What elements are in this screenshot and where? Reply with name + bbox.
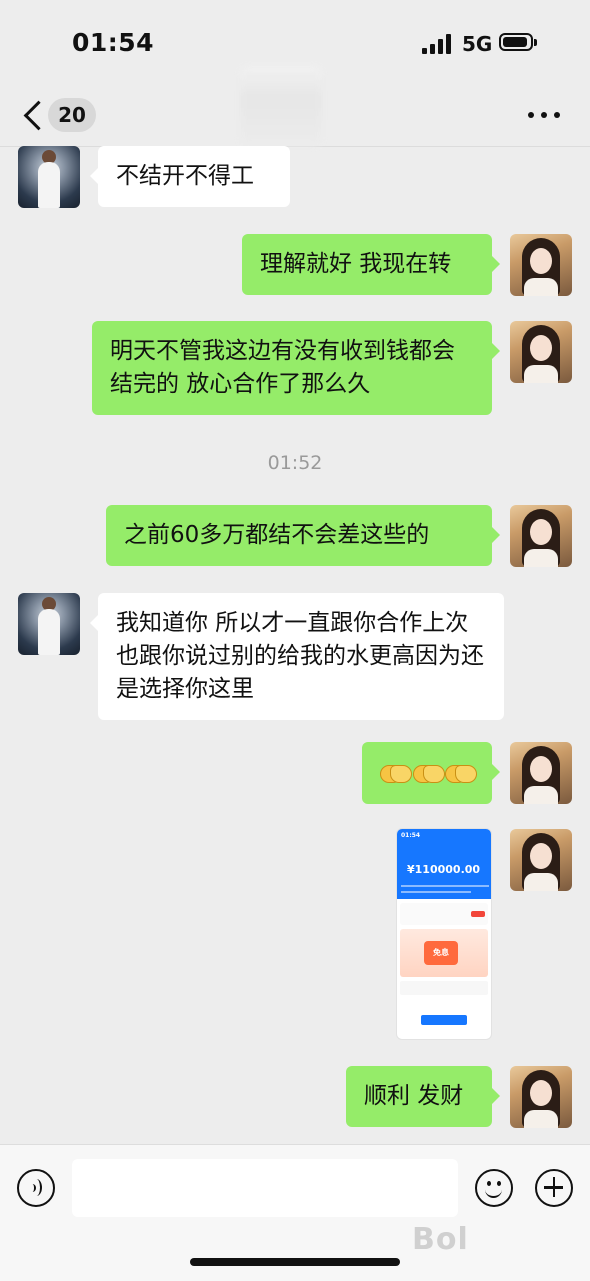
handshake-emoji-icon (380, 762, 412, 784)
message-text: 我知道你 所以才一直跟你合作上次也跟你说过别的给我的水更高因为还是选择你这里 (116, 610, 484, 702)
chat-header: 20 (0, 66, 590, 147)
message-text: 不结开不得工 (116, 163, 254, 189)
my-avatar[interactable] (510, 1066, 572, 1128)
message-bubble-outgoing[interactable]: 明天不管我这边有没有收到钱都会结完的 放心合作了那么久 (92, 321, 500, 415)
contact-avatar[interactable] (18, 146, 80, 208)
my-avatar[interactable] (510, 829, 572, 891)
message-text: 顺利 发财 (364, 1083, 464, 1109)
message-bubble-outgoing[interactable]: 理解就好 我现在转 (242, 234, 500, 295)
message-bubble-outgoing[interactable]: 之前60多万都结不会差这些的 (106, 505, 500, 566)
message-text: 之前60多万都结不会差这些的 (124, 522, 430, 548)
payment-screenshot-image[interactable]: 01:54 ¥110000.00 免息 (396, 828, 492, 1040)
handshake-emoji-icon (412, 762, 445, 784)
chat-timestamp: 01:52 (267, 452, 323, 474)
network-type: 5G (462, 32, 493, 56)
signal-icon (422, 34, 454, 54)
my-avatar[interactable] (510, 742, 572, 804)
message-input[interactable] (72, 1159, 458, 1217)
watermark: Bol (412, 1222, 469, 1257)
payment-done-button (421, 1015, 467, 1025)
message-text: 明天不管我这边有没有收到钱都会结完的 放心合作了那么久 (110, 338, 455, 397)
payment-promo-label: 免息 (424, 941, 458, 965)
battery-icon (499, 33, 537, 51)
home-indicator[interactable] (190, 1258, 400, 1266)
payment-card (400, 903, 488, 925)
message-bubble-incoming[interactable]: 不结开不得工 (90, 146, 290, 207)
message-bubble-outgoing[interactable]: 顺利 发财 (346, 1066, 500, 1127)
my-avatar[interactable] (510, 505, 572, 567)
more-options-button[interactable] (528, 108, 564, 122)
message-text: 理解就好 我现在转 (260, 251, 452, 277)
payment-header: 01:54 ¥110000.00 (397, 829, 491, 899)
message-bubble-incoming[interactable]: 我知道你 所以才一直跟你合作上次也跟你说过别的给我的水更高因为还是选择你这里 (90, 593, 504, 720)
payment-amount: ¥110000.00 (407, 863, 481, 876)
message-bubble-outgoing[interactable] (362, 742, 500, 804)
my-avatar[interactable] (510, 234, 572, 296)
payment-promo-banner: 免息 (400, 929, 488, 977)
more-actions-button[interactable] (535, 1169, 573, 1207)
unread-count-badge: 20 (48, 98, 96, 132)
emoji-button[interactable] (475, 1169, 513, 1207)
back-button[interactable]: 20 (20, 95, 100, 135)
handshake-emoji-icon (445, 762, 478, 784)
my-avatar[interactable] (510, 321, 572, 383)
chat-title-blurred (240, 66, 322, 146)
payment-screenshot-time: 01:54 (401, 832, 421, 839)
voice-input-button[interactable] (17, 1169, 55, 1207)
contact-avatar[interactable] (18, 593, 80, 655)
status-time: 01:54 (72, 28, 155, 57)
